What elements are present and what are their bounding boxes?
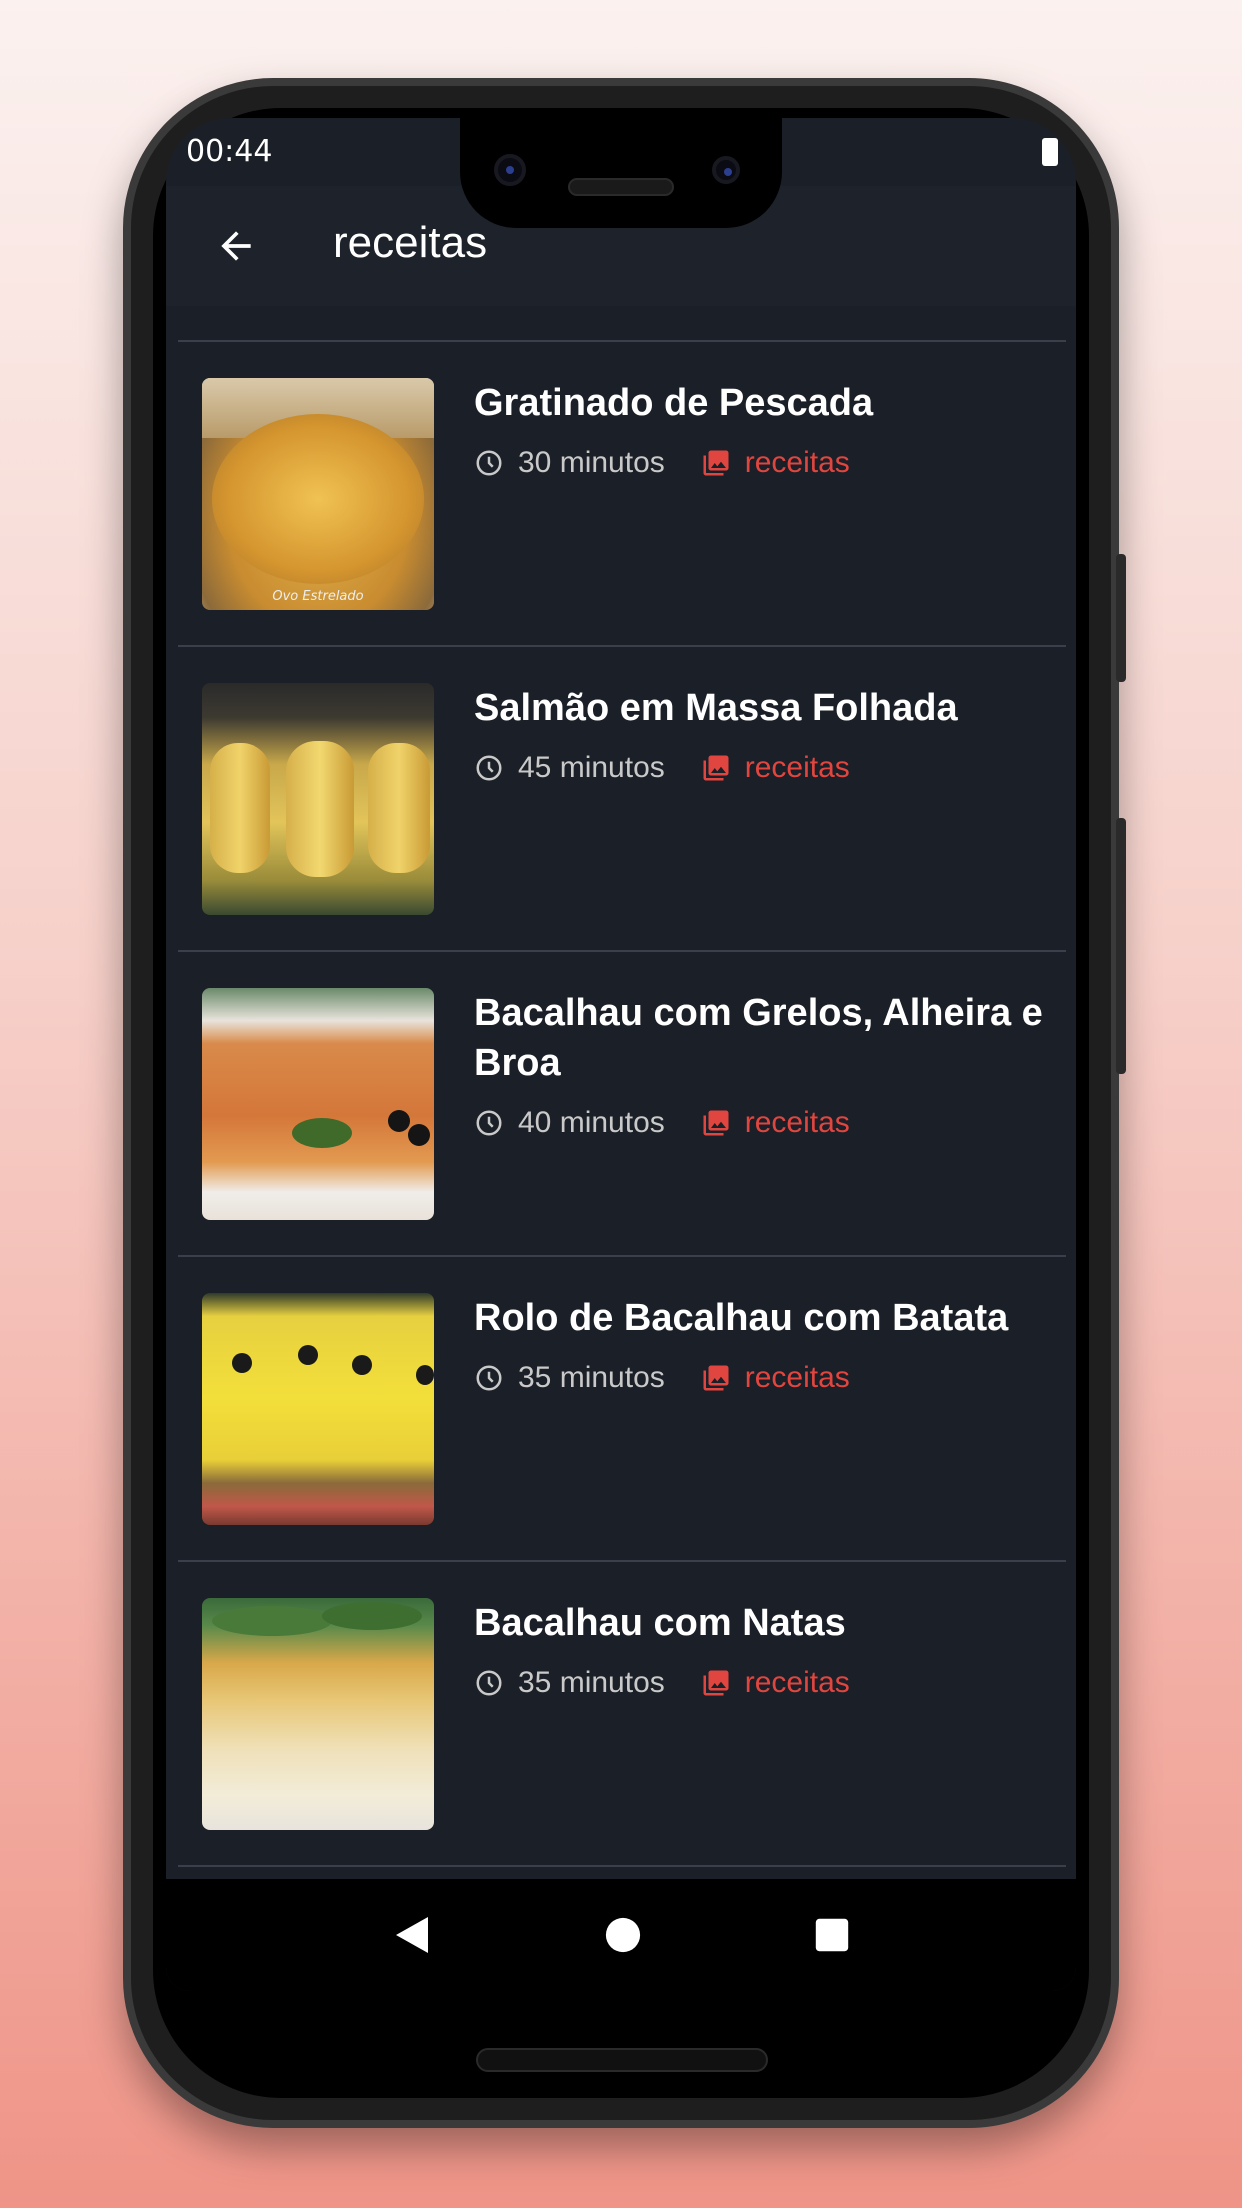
recipe-meta: 40 minutos receitas xyxy=(474,1106,850,1140)
back-triangle-icon[interactable] xyxy=(392,1913,432,1957)
clock-icon xyxy=(476,755,502,781)
recipe-title: Bacalhau com Natas xyxy=(474,1602,846,1644)
status-time: 00:44 xyxy=(186,134,273,169)
photo-library-icon xyxy=(703,755,729,781)
recipe-title: Rolo de Bacalhau com Batata xyxy=(474,1297,1009,1339)
power-button xyxy=(1116,554,1126,682)
recipe-category: receitas xyxy=(744,1361,850,1394)
camera-notch xyxy=(460,118,782,228)
recipe-item[interactable]: Bacalhau com Natas 35 minutos receitas xyxy=(178,1562,1066,1865)
recipe-item[interactable]: Rolo de Bacalhau com Batata 35 minutos r… xyxy=(178,1257,1066,1560)
clock-icon xyxy=(476,1670,502,1696)
recipe-time: 40 minutos xyxy=(518,1106,665,1139)
thumbnail-watermark: Ovo Estrelado xyxy=(272,589,364,604)
recipe-thumbnail xyxy=(202,1293,434,1525)
recipe-title: Bacalhau com Grelos, Alheira e Broa xyxy=(474,992,1043,1084)
sensor-icon xyxy=(712,156,740,184)
recipe-time: 30 minutos xyxy=(518,446,665,479)
recipe-category: receitas xyxy=(744,1666,850,1699)
phone-speaker-bottom xyxy=(476,2048,768,2072)
recipe-meta: 30 minutos receitas xyxy=(474,446,850,480)
earpiece-speaker xyxy=(568,178,674,196)
recipe-time: 45 minutos xyxy=(518,751,665,784)
recipe-meta: 35 minutos receitas xyxy=(474,1361,850,1395)
recipe-thumbnail xyxy=(202,683,434,915)
clock-icon xyxy=(476,1365,502,1391)
recipe-thumbnail xyxy=(202,1598,434,1830)
recipe-title: Salmão em Massa Folhada xyxy=(474,687,958,729)
arrow-left-icon xyxy=(221,231,251,261)
recipe-category: receitas xyxy=(744,751,850,784)
list-divider xyxy=(178,1865,1066,1867)
home-circle-icon[interactable] xyxy=(604,1916,642,1954)
photo-library-icon xyxy=(703,1365,729,1391)
recipe-meta: 35 minutos receitas xyxy=(474,1666,850,1700)
clock-icon xyxy=(476,1110,502,1136)
recipe-item[interactable]: Bacalhau com Grelos, Alheira e Broa 40 m… xyxy=(178,952,1066,1255)
recipe-meta: 45 minutos receitas xyxy=(474,751,850,785)
recents-square-icon[interactable] xyxy=(814,1917,850,1953)
photo-library-icon xyxy=(703,450,729,476)
recipe-category: receitas xyxy=(744,446,850,479)
photo-library-icon xyxy=(703,1670,729,1696)
photo-library-icon xyxy=(703,1110,729,1136)
battery-icon xyxy=(1042,138,1058,166)
recipe-thumbnail: Ovo Estrelado xyxy=(202,378,434,610)
recipe-category: receitas xyxy=(744,1106,850,1139)
front-camera-icon xyxy=(494,154,526,186)
system-nav-bar xyxy=(166,1879,1076,1991)
recipe-thumbnail xyxy=(202,988,434,1220)
recipe-list: Ovo Estrelado Gratinado de Pescada 30 mi… xyxy=(178,340,1066,1867)
app-screen: 00:44 receitas Ovo Estrelado Gratinado d… xyxy=(166,118,1076,1991)
back-button[interactable] xyxy=(206,216,266,276)
clock-icon xyxy=(476,450,502,476)
volume-button xyxy=(1116,818,1126,1074)
recipe-time: 35 minutos xyxy=(518,1361,665,1394)
recipe-time: 35 minutos xyxy=(518,1666,665,1699)
page-title: receitas xyxy=(333,218,488,267)
recipe-title: Gratinado de Pescada xyxy=(474,382,874,424)
recipe-item[interactable]: Salmão em Massa Folhada 45 minutos recei… xyxy=(178,647,1066,950)
recipe-item[interactable]: Ovo Estrelado Gratinado de Pescada 30 mi… xyxy=(178,342,1066,645)
